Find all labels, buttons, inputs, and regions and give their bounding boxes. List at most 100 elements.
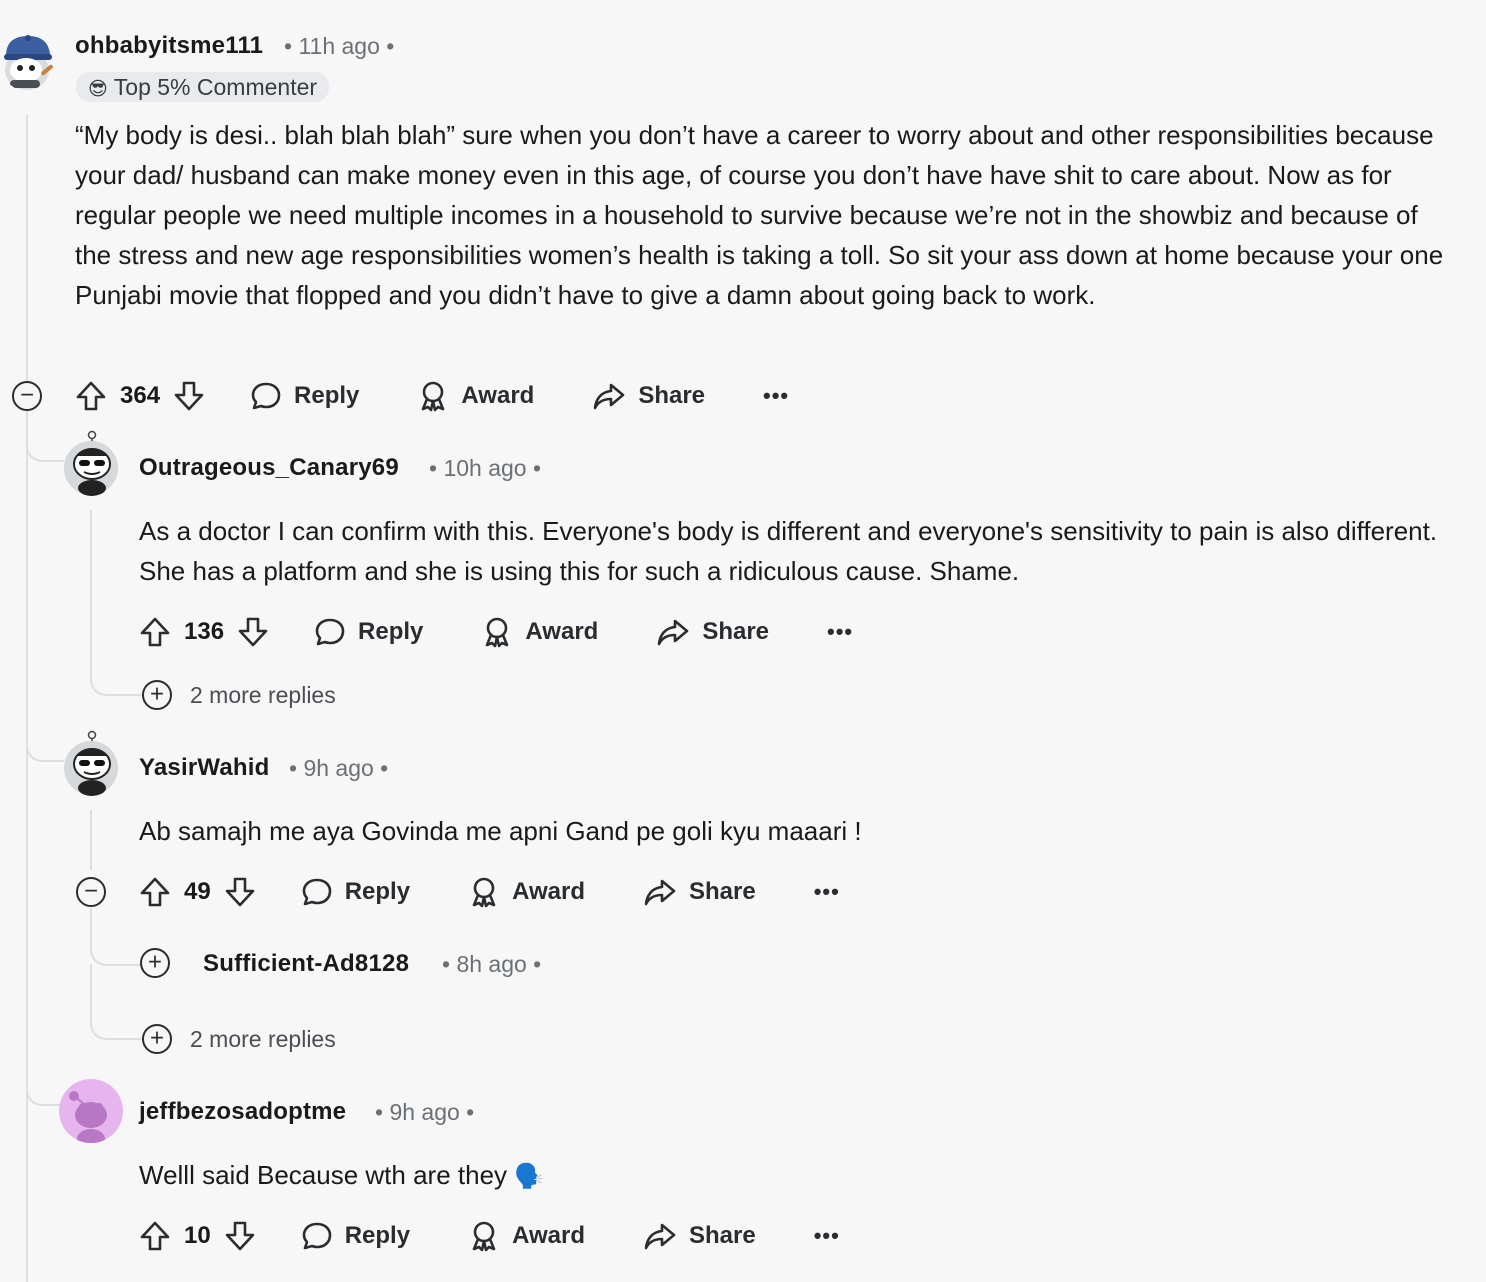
more-options-button[interactable]: ••• (814, 1223, 840, 1249)
downvote-arrow-icon (225, 1221, 255, 1251)
share-button[interactable]: Share (643, 876, 756, 908)
share-button[interactable]: Share (643, 1220, 756, 1252)
share-label: Share (702, 618, 770, 645)
thread-line-yasir (90, 810, 92, 870)
avatar[interactable] (62, 430, 120, 496)
comment-body: As a doctor I can confirm with this. Eve… (139, 516, 1438, 586)
share-arrow-icon (658, 619, 689, 646)
reply-button[interactable]: Reply (314, 616, 423, 648)
comment-bubble-icon (302, 878, 332, 906)
timestamp: • 9h ago • (375, 1099, 475, 1125)
downvote-arrow-icon (238, 617, 268, 647)
reply-label: Reply (358, 618, 424, 645)
share-arrow-icon (644, 1223, 676, 1250)
share-label: Share (638, 382, 706, 409)
snoo-avatar-icon (64, 730, 118, 796)
vote-count: 10 (184, 1222, 211, 1249)
thread-elbow (90, 908, 142, 966)
reply-button[interactable]: Reply (301, 1220, 410, 1252)
timestamp: • 9h ago • (289, 755, 389, 781)
upvote-button[interactable] (138, 615, 172, 649)
award-icon (422, 381, 445, 412)
upvote-arrow-icon (76, 381, 106, 411)
expand-comment-button[interactable]: + (140, 948, 170, 978)
minus-icon: − (83, 877, 99, 905)
comment-body: Ab samajh me aya Govinda me apni Gand pe… (139, 816, 862, 846)
downvote-button[interactable] (223, 1219, 257, 1253)
reply-label: Reply (294, 382, 360, 409)
comment-body: Welll said Because wth are they 🗣️ (139, 1155, 1439, 1197)
award-label: Award (525, 618, 599, 645)
speaking-head-emoji-icon: 🗣️ (514, 1163, 545, 1190)
thread-elbow (26, 410, 64, 462)
comment-actions: 136 Reply Award Share ••• (138, 612, 853, 652)
flair-label: Top 5% Commenter (113, 74, 318, 100)
upvote-button[interactable] (138, 875, 172, 909)
upvote-arrow-icon (140, 1221, 170, 1251)
username[interactable]: jeffbezosadoptme (139, 1098, 346, 1126)
reply-label: Reply (344, 878, 411, 905)
comment-actions: 364 Reply Award Share ••• (74, 376, 789, 416)
thread-elbow (90, 964, 142, 1040)
award-icon (472, 877, 496, 908)
share-arrow-icon (644, 879, 676, 906)
username[interactable]: YasirWahid (139, 754, 269, 782)
vote-count: 364 (120, 382, 161, 409)
plus-icon: + (147, 948, 163, 976)
avatar[interactable] (62, 730, 120, 796)
more-replies-link[interactable]: 2 more replies (190, 682, 336, 709)
collapsed-reply-timestamp: • 8h ago • (442, 951, 542, 977)
collapse-thread-button[interactable]: − (12, 381, 42, 411)
award-button[interactable]: Award (468, 876, 585, 908)
expand-replies-button[interactable]: + (142, 680, 172, 710)
share-button[interactable]: Share (656, 616, 769, 648)
timestamp: • 10h ago • (429, 455, 542, 481)
collapsed-reply-username[interactable]: Sufficient-Ad8128 (203, 950, 409, 978)
share-label: Share (688, 1222, 756, 1249)
plus-icon: + (149, 1024, 165, 1052)
award-label: Award (461, 382, 535, 409)
comment-bubble-icon (302, 1222, 332, 1250)
expand-replies-button[interactable]: + (142, 1024, 172, 1054)
upvote-arrow-icon (140, 877, 170, 907)
share-button[interactable]: Share (592, 380, 705, 412)
comment-body: “My body is desi.. blah blah blah” sure … (75, 120, 1444, 310)
downvote-button[interactable] (223, 875, 257, 909)
thread-elbow (26, 460, 64, 762)
comment-actions: 10 Reply Award Share ••• (138, 1216, 840, 1256)
minus-icon: − (19, 381, 35, 409)
award-button[interactable]: Award (481, 616, 598, 648)
comment-bubble-icon (315, 618, 345, 646)
more-replies-link[interactable]: 2 more replies (190, 1026, 336, 1053)
username[interactable]: ohbabyitsme111 (75, 32, 263, 60)
reply-button[interactable]: Reply (250, 380, 359, 412)
more-options-button[interactable]: ••• (827, 619, 853, 645)
downvote-arrow-icon (174, 381, 204, 411)
reply-button[interactable]: Reply (301, 876, 410, 908)
award-icon (486, 617, 509, 648)
vote-count: 136 (184, 618, 225, 645)
avatar[interactable] (59, 1079, 123, 1143)
comment-body-text: Welll said Because wth are they (139, 1160, 508, 1190)
award-label: Award (512, 878, 585, 905)
upvote-button[interactable] (74, 379, 108, 413)
award-icon (472, 1221, 496, 1252)
collapse-thread-button[interactable]: − (76, 877, 106, 907)
timestamp: • 11h ago • (284, 33, 395, 59)
username[interactable]: Outrageous_Canary69 (139, 454, 399, 482)
share-arrow-icon (594, 383, 625, 410)
upvote-arrow-icon (140, 617, 170, 647)
sunglasses-emoji-icon: 😎 (88, 79, 108, 100)
user-avatar-icon (4, 35, 53, 90)
downvote-button[interactable] (172, 379, 206, 413)
avatar[interactable] (0, 30, 58, 92)
upvote-button[interactable] (138, 1219, 172, 1253)
more-options-button[interactable]: ••• (814, 879, 840, 905)
award-button[interactable]: Award (468, 1220, 585, 1252)
downvote-button[interactable] (236, 615, 270, 649)
more-options-button[interactable]: ••• (763, 383, 789, 409)
plus-icon: + (149, 680, 165, 708)
comment-actions: 49 Reply Award Share ••• (138, 872, 840, 912)
share-label: Share (688, 878, 756, 905)
award-button[interactable]: Award (417, 380, 534, 412)
